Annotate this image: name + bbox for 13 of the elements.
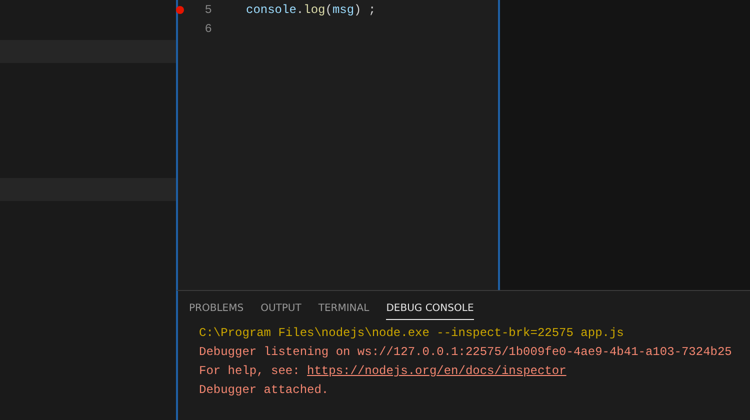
console-line: For help, see: https://nodejs.org/en/docs/inspector [199, 363, 568, 380]
console-line: Debugger attached. [199, 382, 330, 399]
line-number: 6 [204, 20, 212, 38]
panel-tab[interactable]: TERMINAL [318, 301, 370, 320]
breakpoint-icon[interactable] [176, 6, 184, 14]
panel-tab[interactable]: PROBLEMS [189, 301, 244, 320]
line-number: 5 [204, 2, 212, 18]
panel-tab[interactable]: DEBUG CONSOLE [386, 301, 474, 320]
console-line: Debugger listening on ws://127.0.0.1:22575/1b009fe0-4ae9-4b41-a103-7324b25 [199, 344, 733, 361]
docs-link[interactable]: https://nodejs.org/en/docs/inspector [307, 364, 566, 378]
panel-tab[interactable]: OUTPUT [260, 301, 302, 320]
console-line: C:\Program Files\nodejs\node.exe --inspect-brk=22575 app.js [199, 325, 625, 342]
code-line: console.log(msg) ; [246, 2, 376, 18]
